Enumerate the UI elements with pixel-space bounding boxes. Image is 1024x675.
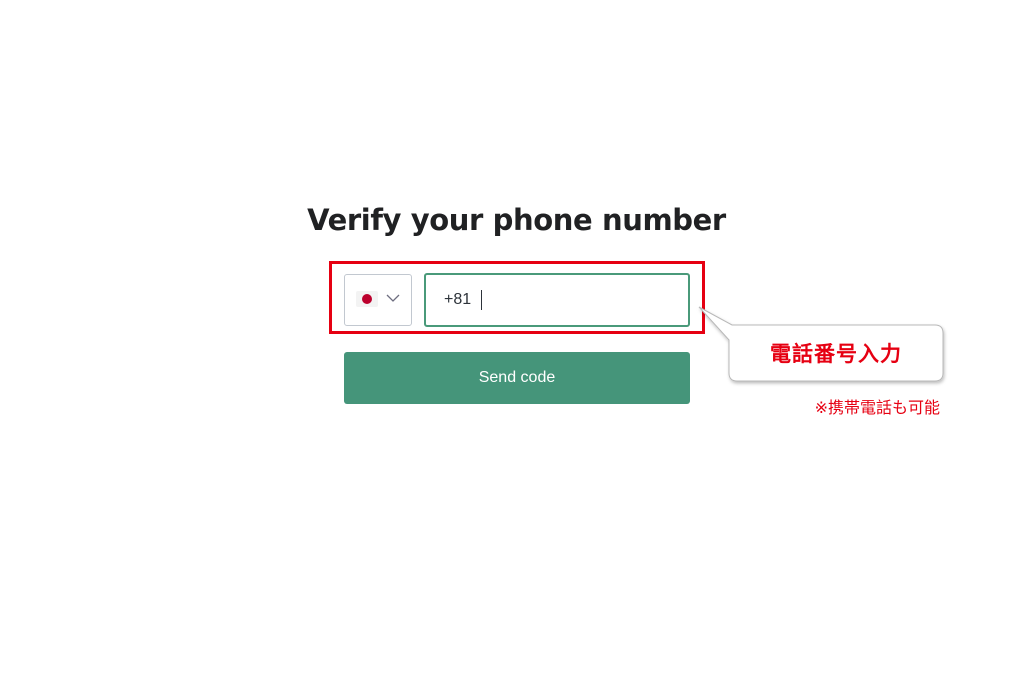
page-title: Verify your phone number — [307, 203, 726, 237]
flag-disc — [362, 294, 372, 304]
verify-phone-page: Verify your phone number Send code 電話番号入… — [0, 0, 1024, 675]
country-code-selector[interactable] — [344, 274, 412, 326]
chevron-down-icon — [386, 294, 400, 302]
phone-number-input[interactable] — [424, 273, 690, 327]
japan-flag-icon — [356, 291, 378, 307]
text-caret — [481, 290, 482, 310]
callout-note: ※携帯電話も可能 — [814, 398, 940, 417]
callout-label: 電話番号入力 — [770, 342, 902, 366]
send-code-button[interactable]: Send code — [344, 352, 690, 404]
